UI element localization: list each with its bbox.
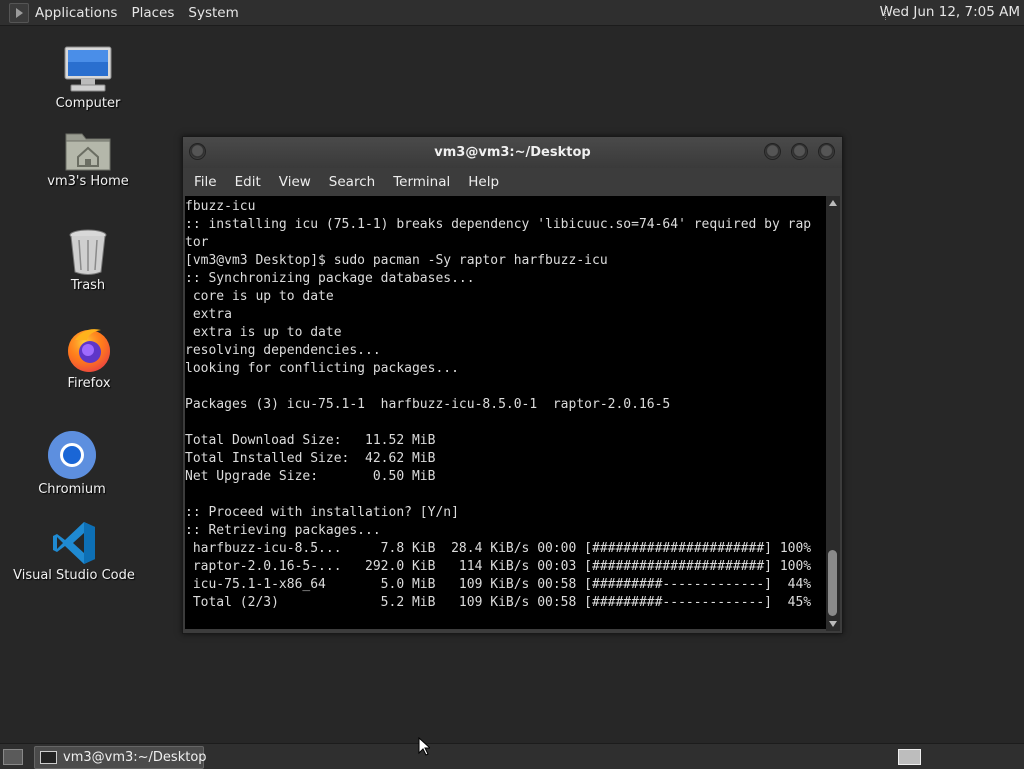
terminal-line: extra is up to date [185,325,342,340]
desktop-icon-computer[interactable]: Computer [23,44,153,111]
terminal-line: core is up to date [185,289,334,304]
workspace-switcher[interactable] [898,749,921,765]
window-title: vm3@vm3:~/Desktop [434,145,591,160]
scroll-down-icon[interactable] [829,621,837,627]
system-menu[interactable]: System [188,5,238,21]
computer-icon [64,46,112,92]
menu-search[interactable]: Search [329,174,375,190]
trash-icon [69,229,107,275]
bottom-panel: vm3@vm3:~/Desktop [0,743,1024,769]
terminal-window[interactable]: vm3@vm3:~/Desktop File Edit View Search … [182,136,843,634]
terminal-line: :: Synchronizing package databases... [185,271,475,286]
show-desktop-icon[interactable] [3,749,23,765]
taskbar-item-label: vm3@vm3:~/Desktop [63,750,207,765]
terminal-line: Total (2/3) 5.2 MiB 109 KiB/s 00:58 [###… [185,595,812,610]
home-folder-icon [65,133,111,171]
menu-help[interactable]: Help [468,174,499,190]
menu-edit[interactable]: Edit [235,174,261,190]
terminal-line: harfbuzz-icu-8.5... 7.8 KiB 28.4 KiB/s 0… [185,541,812,556]
applications-menu[interactable]: Applications [35,5,117,21]
terminal-line: extra [185,307,232,322]
terminal-menubar: File Edit View Search Terminal Help [183,168,842,196]
desktop-icon-label: Trash [70,278,106,293]
menu-view[interactable]: View [279,174,311,190]
terminal-line: Packages (3) icu-75.1-1 harfbuzz-icu-8.5… [185,397,671,412]
terminal-line: tor [185,235,209,250]
menu-file[interactable]: File [194,174,217,190]
terminal-line: :: installing icu (75.1-1) breaks depend… [185,217,812,232]
desktop-icon-firefox[interactable]: Firefox [24,326,154,391]
desktop-icon-label: Firefox [67,376,111,391]
scroll-up-icon[interactable] [829,200,837,206]
clock[interactable]: Wed Jun 12, 7:05 AM [880,4,1020,20]
places-menu[interactable]: Places [131,5,174,21]
taskbar-item-terminal[interactable]: vm3@vm3:~/Desktop [34,746,207,769]
terminal-lines: fbuzz-icu:: installing icu (75.1-1) brea… [185,198,811,612]
desktop-icon-chromium[interactable]: Chromium [7,430,137,497]
terminal-line: resolving dependencies... [185,343,381,358]
vscode-icon [53,522,95,564]
terminal-line: fbuzz-icu [185,199,256,214]
terminal-scrollbar[interactable] [826,196,840,631]
terminal-line: raptor-2.0.16-5-... 292.0 KiB 114 KiB/s … [185,559,812,574]
desktop-icon-label: Chromium [38,482,106,497]
main-menu-icon[interactable] [9,2,29,23]
desktop-icon-label: Visual Studio Code [13,568,135,583]
terminal-line: Total Download Size: 11.52 MiB [185,433,436,448]
maximize-button[interactable] [791,143,808,160]
minimize-button[interactable] [764,143,781,160]
chromium-icon [48,431,96,479]
desktop-icon-home[interactable]: vm3's Home [23,128,153,189]
terminal-line: :: Proceed with installation? [Y/n] [185,505,459,520]
terminal-line: icu-75.1-1-x86_64 5.0 MiB 109 KiB/s 00:5… [185,577,812,592]
terminal-line: :: Retrieving packages... [185,523,381,538]
terminal-line: Net Upgrade Size: 0.50 MiB [185,469,436,484]
terminal-output[interactable]: fbuzz-icu:: installing icu (75.1-1) brea… [185,196,826,629]
desktop-icon-trash[interactable]: Trash [23,228,153,293]
menu-terminal[interactable]: Terminal [393,174,450,190]
desktop-icon-label: vm3's Home [47,174,129,189]
scrollbar-thumb[interactable] [828,550,837,616]
desktop-icon-vscode[interactable]: Visual Studio Code [9,520,139,583]
window-menu-icon[interactable] [189,143,206,160]
firefox-icon [68,329,110,372]
top-panel: Applications Places System Wed Jun 12, 7… [0,0,1024,26]
mouse-cursor-icon [418,737,430,756]
window-titlebar[interactable]: vm3@vm3:~/Desktop [183,137,842,168]
desktop-icon-label: Computer [55,96,121,111]
terminal-icon [40,751,57,764]
terminal-line: [vm3@vm3 Desktop]$ sudo pacman -Sy rapto… [185,253,608,268]
terminal-line: Total Installed Size: 42.62 MiB [185,451,436,466]
terminal-line: looking for conflicting packages... [185,361,459,376]
close-button[interactable] [818,143,835,160]
